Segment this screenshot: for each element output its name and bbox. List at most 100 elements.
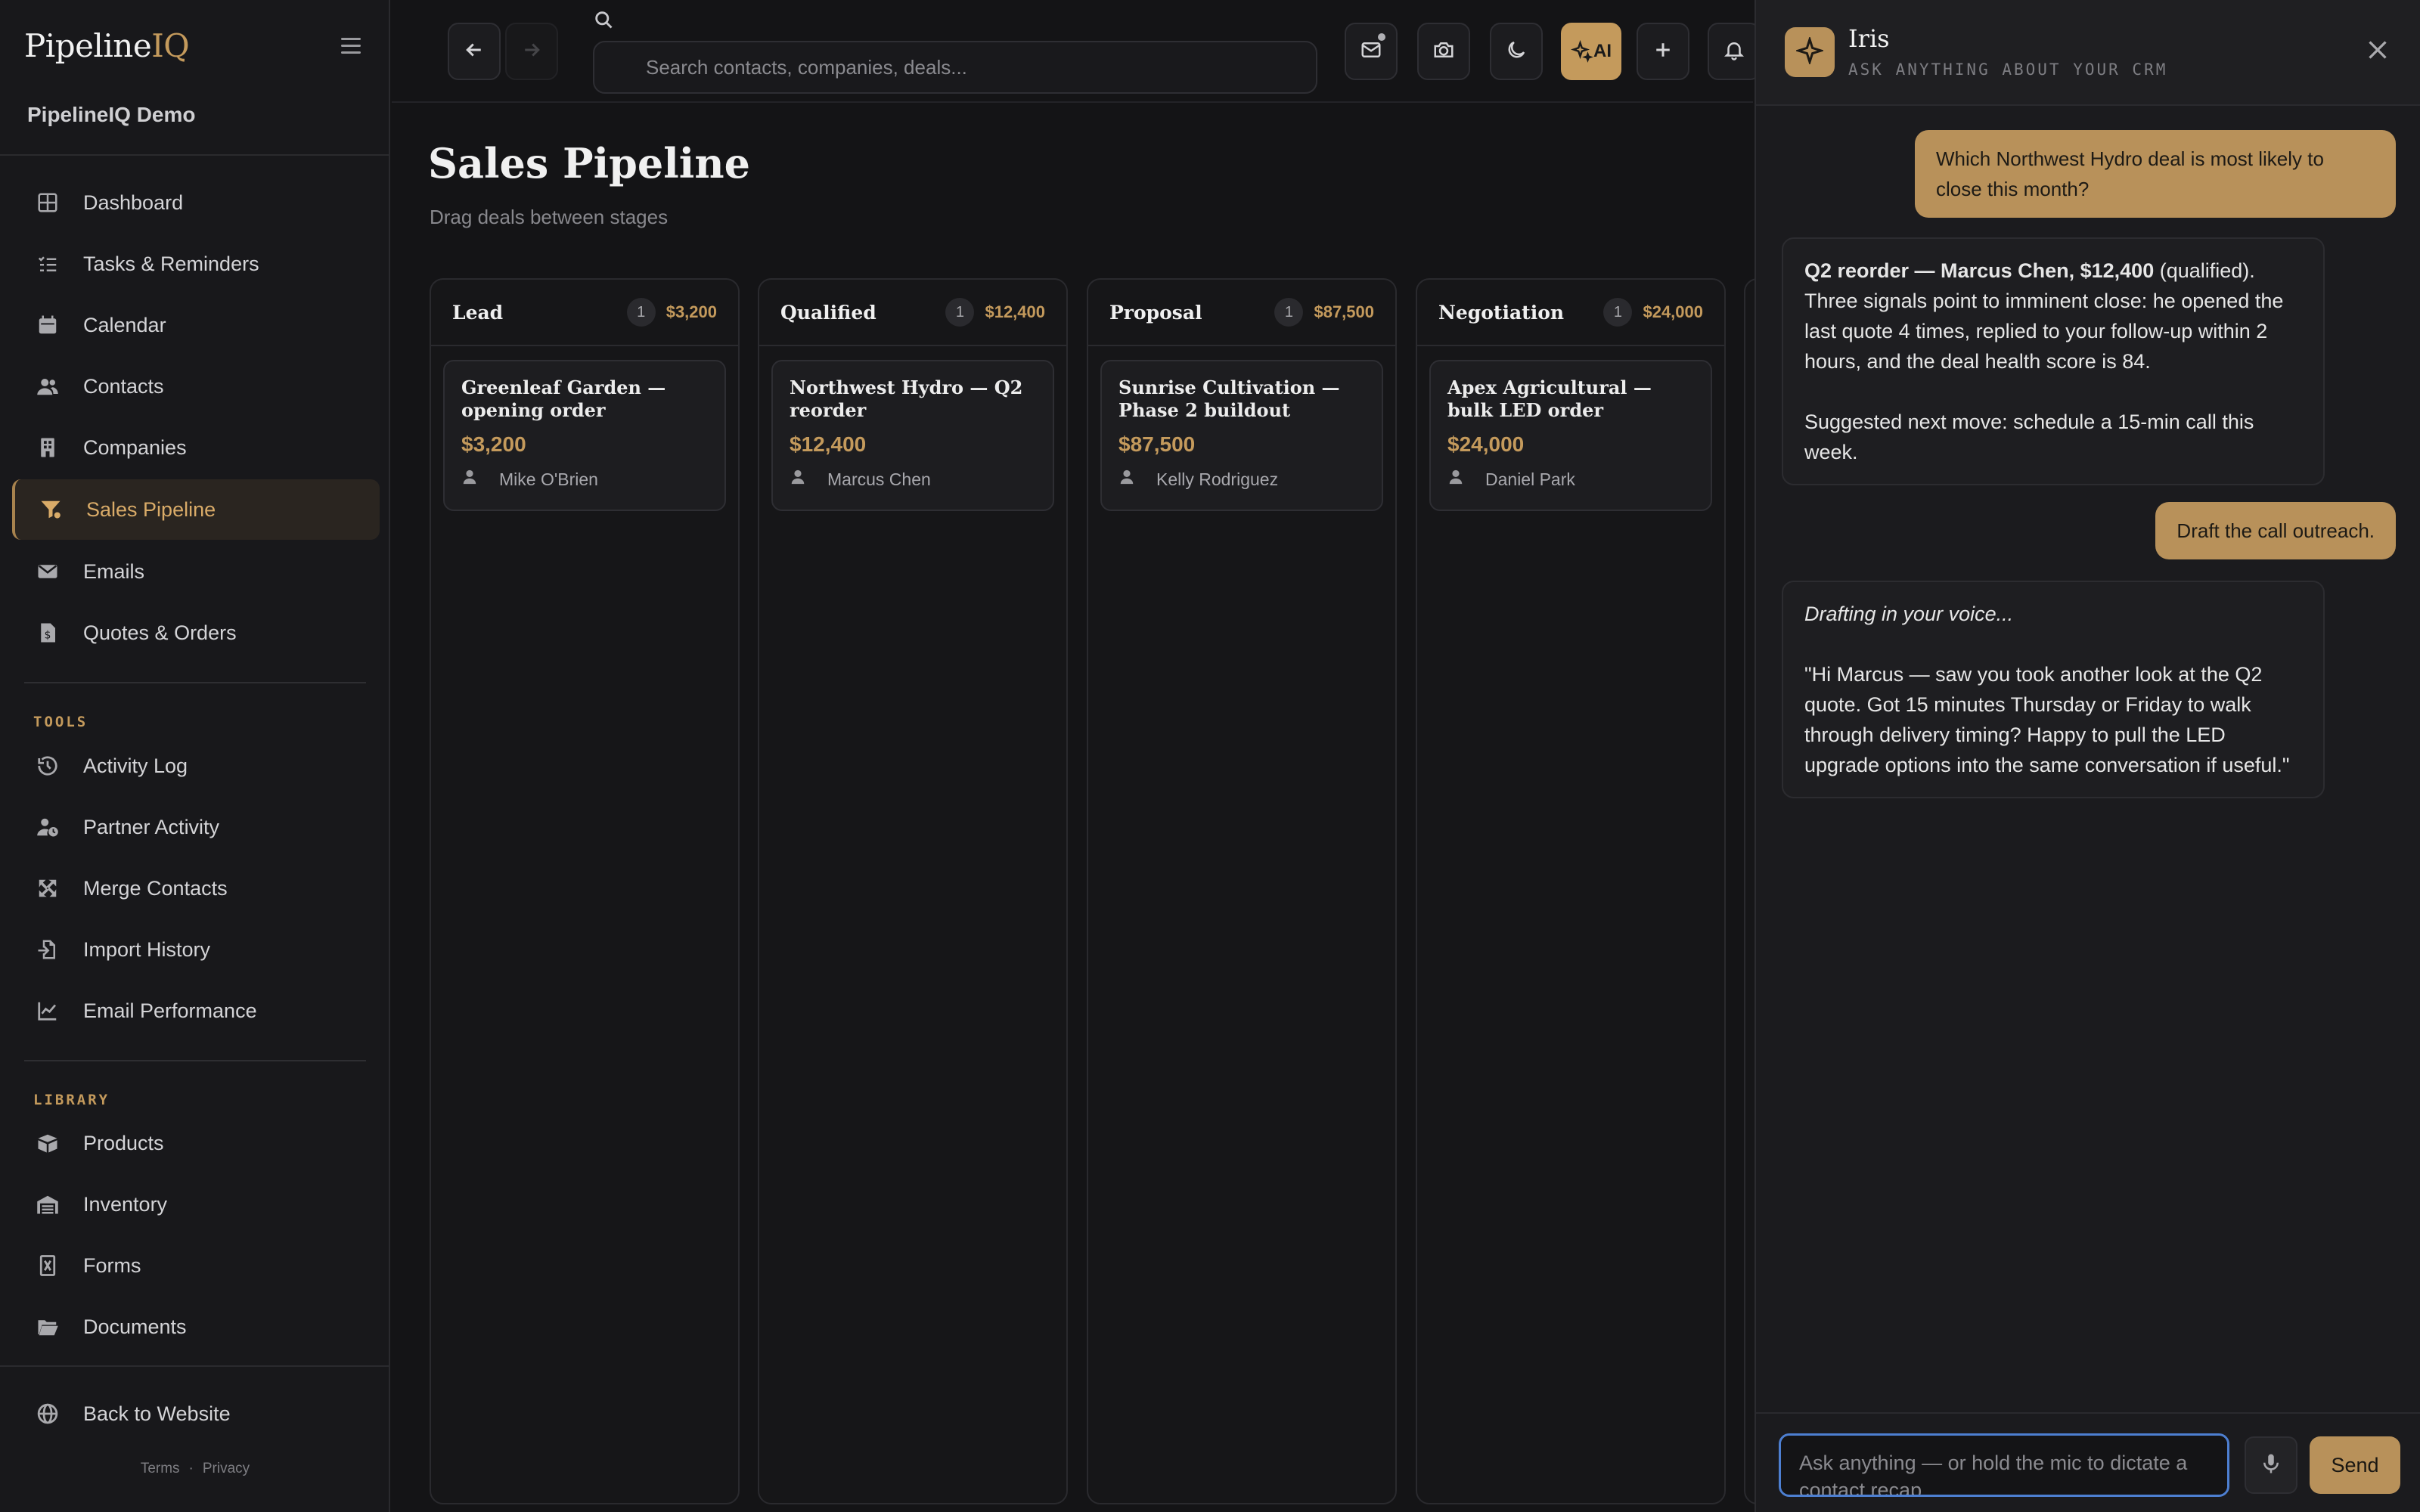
calendar-icon — [35, 312, 60, 338]
sidebar-item-dashboard[interactable]: Dashboard — [12, 172, 380, 233]
deal-name: Sunrise Cultivation — Phase 2 buildout — [1118, 376, 1340, 421]
composer: Send — [1756, 1412, 2420, 1512]
deal-owner: Mike O'Brien — [461, 469, 708, 490]
sidebar-divider — [0, 1365, 390, 1367]
deal-card[interactable]: Northwest Hydro — Q2 reorder $12,400 Mar… — [771, 360, 1054, 511]
user-icon — [1447, 469, 1475, 490]
warehouse-icon — [35, 1191, 60, 1217]
assistant-message: Q2 reorder — Marcus Chen, $12,400 (quali… — [1782, 237, 2325, 485]
invoice-icon: $ — [35, 620, 60, 646]
assistant-panel: Iris ASK ANYTHING ABOUT YOUR CRM Which N… — [1754, 0, 2420, 1512]
sidebar-item-inventory[interactable]: Inventory — [12, 1174, 380, 1235]
sidebar-item-label: Activity Log — [83, 754, 188, 777]
deal-card[interactable]: Apex Agricultural — bulk LED order $24,0… — [1429, 360, 1712, 511]
camera-icon — [1432, 39, 1455, 65]
column-total: $87,500 — [1314, 302, 1374, 321]
pipeline-column-negotiation[interactable]: Negotiation 1 $24,000 Apex Agricultural … — [1416, 278, 1726, 1504]
pipeline-column-proposal[interactable]: Proposal 1 $87,500 Sunrise Cultivation —… — [1087, 278, 1397, 1504]
sidebar-item-label: Documents — [83, 1315, 187, 1338]
column-header: Lead 1 $3,200 — [431, 280, 738, 346]
sidebar-item-sales-pipeline[interactable]: Sales Pipeline — [12, 479, 380, 540]
close-icon[interactable] — [2364, 36, 2391, 64]
sidebar-item-documents[interactable]: Documents — [12, 1297, 380, 1357]
arrow-right-icon — [520, 39, 543, 65]
assistant-header: Iris ASK ANYTHING ABOUT YOUR CRM — [1756, 0, 2420, 106]
column-total: $24,000 — [1643, 302, 1703, 321]
user-icon — [1118, 469, 1146, 490]
sidebar-item-products[interactable]: Products — [12, 1113, 380, 1173]
deal-amount: $12,400 — [790, 432, 867, 456]
sidebar-item-label: Forms — [83, 1253, 141, 1277]
merge-icon — [35, 875, 60, 901]
folder-icon — [35, 1314, 60, 1340]
message-status: Drafting in your voice... — [1804, 603, 2014, 625]
section-label-tools: TOOLS — [33, 714, 88, 730]
deal-card[interactable]: Greenleaf Garden — opening order $3,200 … — [443, 360, 726, 511]
column-title: Qualified — [780, 301, 876, 324]
checklist-icon — [35, 251, 60, 277]
sidebar-item-emails[interactable]: Emails — [12, 541, 380, 602]
notification-dot — [1378, 33, 1385, 41]
grid-icon — [35, 190, 60, 215]
sidebar-item-calendar[interactable]: Calendar — [12, 295, 380, 355]
brand-row: PipelineIQ — [24, 27, 366, 70]
box-icon — [35, 1130, 60, 1156]
pipeline-column-qualified[interactable]: Qualified 1 $12,400 Northwest Hydro — Q2… — [758, 278, 1068, 1504]
camera-button[interactable] — [1417, 23, 1470, 80]
workspace-name[interactable]: PipelineIQ Demo — [27, 103, 196, 127]
sidebar-separator — [24, 1060, 366, 1061]
notifications-button[interactable] — [1708, 23, 1761, 80]
sidebar-item-label: Email Performance — [83, 999, 257, 1022]
pipeline-column-lead[interactable]: Lead 1 $3,200 Greenleaf Garden — opening… — [430, 278, 740, 1504]
sidebar-item-label: Import History — [83, 937, 211, 961]
ai-button-label: AI — [1593, 41, 1612, 61]
sidebar-item-tasks[interactable]: Tasks & Reminders — [12, 234, 380, 294]
sidebar-item-email-performance[interactable]: Email Performance — [12, 981, 380, 1041]
send-button[interactable]: Send — [2310, 1436, 2400, 1494]
sidebar-item-label: Companies — [83, 435, 187, 459]
assistant-subtitle: ASK ANYTHING ABOUT YOUR CRM — [1848, 60, 2168, 79]
sidebar-separator — [24, 682, 366, 683]
theme-toggle-button[interactable] — [1490, 23, 1543, 80]
sidebar-item-forms[interactable]: Forms — [12, 1235, 380, 1296]
search-input[interactable] — [593, 41, 1317, 94]
sidebar-item-merge-contacts[interactable]: Merge Contacts — [12, 858, 380, 919]
sidebar-item-companies[interactable]: Companies — [12, 417, 380, 478]
sidebar: PipelineIQ PipelineIQ Demo Dashboard Tas… — [0, 0, 390, 1512]
column-header: Proposal 1 $87,500 — [1088, 280, 1395, 346]
deal-amount: $24,000 — [1447, 432, 1525, 456]
user-icon — [790, 469, 817, 490]
deal-name: Apex Agricultural — bulk LED order — [1447, 376, 1652, 421]
sidebar-item-quotes-orders[interactable]: $ Quotes & Orders — [12, 603, 380, 663]
forward-button[interactable] — [505, 23, 558, 80]
add-button[interactable] — [1637, 23, 1689, 80]
column-title: Negotiation — [1438, 301, 1565, 324]
deal-card[interactable]: Sunrise Cultivation — Phase 2 buildout $… — [1100, 360, 1383, 511]
page-subtitle: Drag deals between stages — [430, 206, 669, 228]
sidebar-item-label: Sales Pipeline — [86, 497, 216, 521]
chat-input[interactable] — [1779, 1433, 2229, 1497]
sidebar-item-label: Tasks & Reminders — [83, 252, 259, 275]
import-icon — [35, 937, 60, 962]
sidebar-item-partner-activity[interactable]: Partner Activity — [12, 797, 380, 857]
deal-name: Northwest Hydro — Q2 reorder — [790, 376, 1023, 421]
back-to-website-link[interactable]: Back to Website — [12, 1383, 380, 1444]
bell-icon — [1723, 39, 1745, 65]
privacy-link[interactable]: Privacy — [203, 1461, 250, 1476]
column-count-badge: 1 — [945, 298, 975, 327]
brand-logo[interactable]: PipelineIQ — [24, 27, 366, 64]
sidebar-item-activity-log[interactable]: Activity Log — [12, 736, 380, 796]
inbox-button[interactable] — [1345, 23, 1398, 80]
mic-button[interactable] — [2245, 1436, 2297, 1494]
deal-owner-name: Marcus Chen — [827, 469, 931, 489]
terms-link[interactable]: Terms — [141, 1461, 180, 1476]
sidebar-item-import-history[interactable]: Import History — [12, 919, 380, 980]
moon-icon — [1505, 39, 1528, 65]
menu-toggle-icon[interactable] — [336, 33, 366, 64]
back-button[interactable] — [448, 23, 501, 80]
form-icon — [35, 1253, 60, 1278]
sidebar-item-contacts[interactable]: Contacts — [12, 356, 380, 417]
ai-assistant-button[interactable]: AI — [1561, 23, 1621, 80]
sidebar-item-label: Emails — [83, 559, 145, 583]
column-count-badge: 1 — [626, 298, 656, 327]
